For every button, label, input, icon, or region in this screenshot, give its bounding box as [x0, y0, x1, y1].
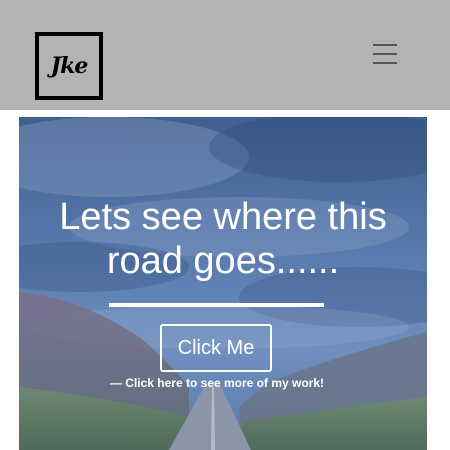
logo[interactable]: Jke — [35, 32, 103, 100]
see-more-link[interactable]: — Click here to see more of my work! — [19, 376, 415, 390]
click-me-button[interactable]: Click Me — [160, 324, 272, 372]
logo-text: Jke — [50, 53, 89, 79]
hero-background-image — [19, 117, 427, 450]
navbar: Jke — [0, 0, 450, 110]
hamburger-menu-icon[interactable] — [371, 44, 399, 68]
hero-section: Lets see where this road goes...... Clic… — [19, 117, 427, 450]
hero-divider — [109, 303, 324, 307]
hero-headline: Lets see where this road goes...... — [59, 196, 387, 282]
